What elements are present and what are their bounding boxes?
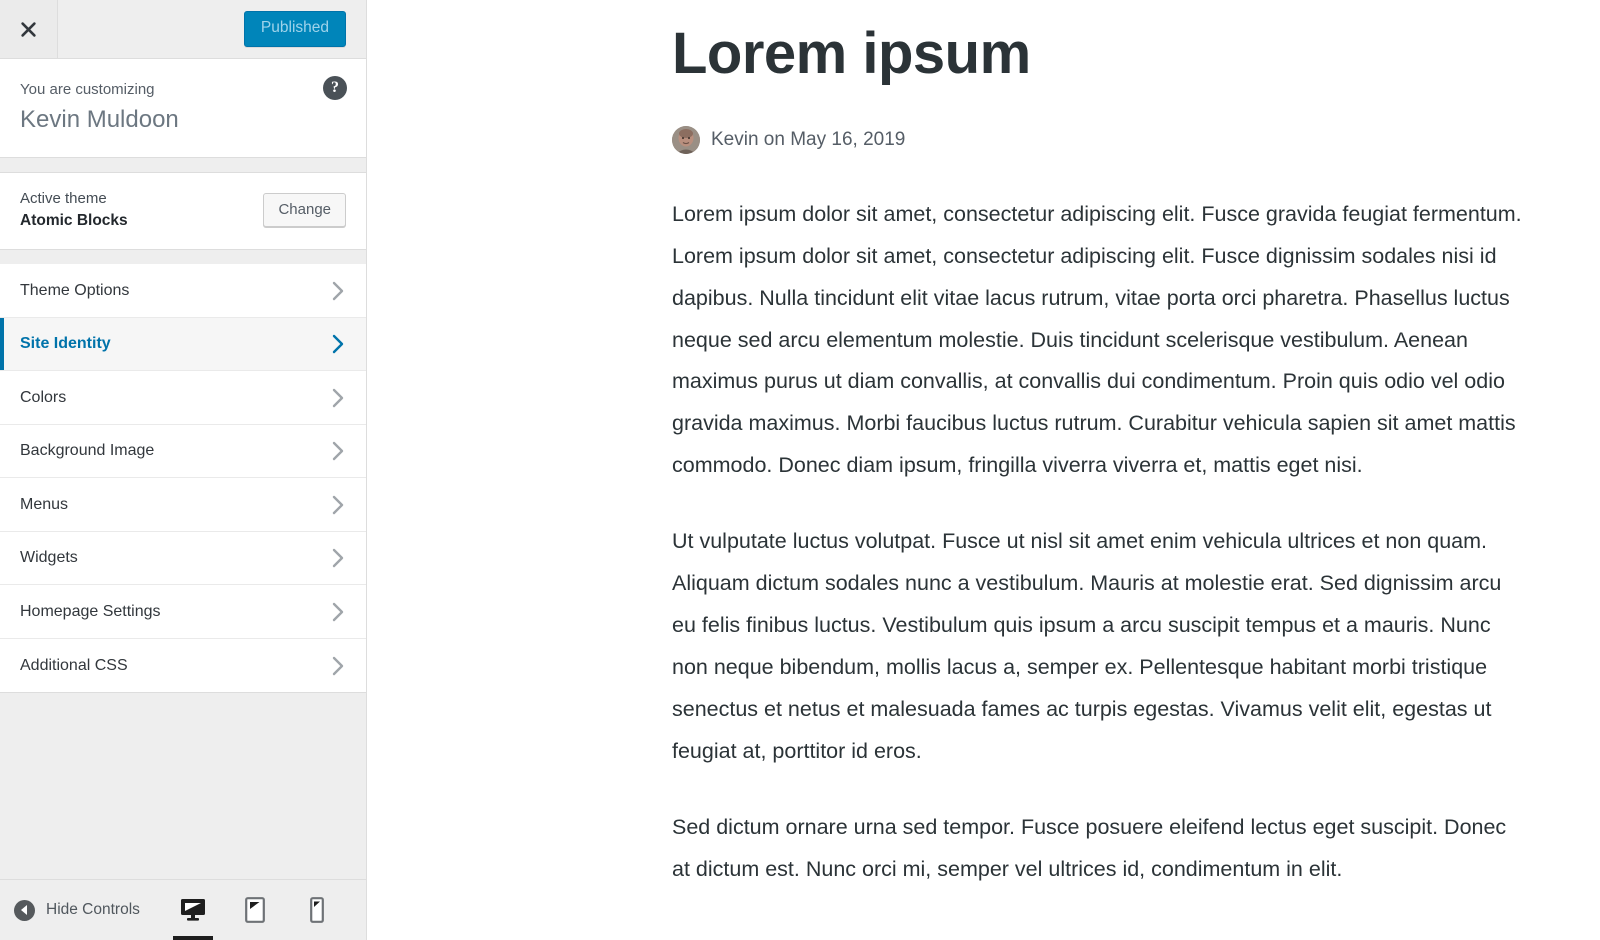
page-title: Lorem ipsum [672, 21, 1031, 86]
theme-meta: Active theme Atomic Blocks [20, 188, 128, 232]
sidebar-item-label: Additional CSS [20, 656, 128, 674]
customizing-preamble: You are customizing [20, 81, 155, 98]
sidebar-item-widgets[interactable]: Widgets [0, 531, 366, 586]
active-theme-label: Active theme [20, 190, 107, 208]
chevron-right-icon [330, 440, 346, 462]
customizing-title-block: You are customizing Kevin Muldoon ? [0, 59, 366, 159]
byline-text: Kevin on May 16, 2019 [711, 128, 906, 150]
sidebar-item-theme-options[interactable]: Theme Options [0, 264, 366, 318]
post-content: Lorem ipsum dolor sit amet, consectetur … [672, 194, 1530, 891]
chevron-right-icon [330, 280, 346, 302]
post-paragraph: Sed dictum ornare urna sed tempor. Fusce… [672, 814, 1507, 881]
mobile-icon[interactable] [300, 890, 334, 930]
active-theme-name: Atomic Blocks [20, 211, 128, 229]
device-preview-switcher [173, 890, 344, 940]
customizer-header: Published [0, 0, 366, 59]
preview-post: Lorem ipsum Kevin on May 16, 2019 Lorem [367, 0, 1600, 891]
close-icon[interactable] [0, 0, 58, 58]
sidebar-item-label: Site Identity [20, 335, 111, 353]
sidebar-item-label: Colors [20, 388, 67, 406]
help-icon[interactable]: ? [323, 76, 347, 100]
hide-controls-button[interactable]: Hide Controls [14, 899, 140, 921]
sidebar-item-label: Background Image [20, 442, 155, 460]
publish-button[interactable]: Published [243, 11, 346, 47]
avatar [672, 125, 700, 154]
header-actions: Published [58, 0, 366, 58]
active-theme-section: Active theme Atomic Blocks Change [0, 172, 366, 251]
site-preview: Lorem ipsum Kevin on May 16, 2019 Lorem [367, 0, 1600, 940]
post-paragraph: Ut vulputate luctus volutpat. Fusce ut n… [672, 529, 1502, 763]
desktop-icon[interactable] [173, 890, 213, 940]
sidebar-item-label: Homepage Settings [20, 602, 161, 620]
chevron-right-icon [330, 655, 346, 677]
sidebar-item-additional-css[interactable]: Additional CSS [0, 638, 366, 693]
customizer-footer: Hide Controls [0, 879, 366, 940]
tablet-icon[interactable] [238, 890, 272, 930]
chevron-right-icon [330, 601, 346, 623]
sidebar-item-site-identity[interactable]: Site Identity [0, 317, 366, 372]
customizer-panel: Published You are customizing Kevin Muld… [0, 0, 367, 940]
chevron-left-circle-icon [14, 899, 35, 921]
sidebar-item-homepage-settings[interactable]: Homepage Settings [0, 585, 366, 639]
sidebar-item-background-image[interactable]: Background Image [0, 424, 366, 479]
panel-empty-area [0, 693, 366, 879]
panel-spacer-2 [0, 250, 366, 265]
customizer-app: Published You are customizing Kevin Muld… [0, 0, 1600, 940]
post-paragraph: Lorem ipsum dolor sit amet, consectetur … [672, 201, 1522, 478]
sidebar-item-label: Theme Options [20, 281, 130, 299]
chevron-right-icon [330, 547, 346, 569]
hide-controls-label: Hide Controls [46, 901, 140, 918]
chevron-right-icon [330, 387, 346, 409]
change-theme-button[interactable]: Change [263, 193, 346, 228]
panel-spacer [0, 158, 366, 173]
sidebar-item-label: Widgets [20, 549, 78, 567]
sidebar-item-label: Menus [20, 495, 69, 513]
sidebar-item-menus[interactable]: Menus [0, 478, 366, 532]
chevron-right-icon [330, 494, 346, 516]
customizer-nav: Theme Options Site Identity Colors Backgrou… [0, 264, 366, 694]
site-name: Kevin Muldoon [20, 106, 179, 133]
sidebar-item-colors[interactable]: Colors [0, 371, 366, 425]
chevron-right-icon [330, 333, 346, 355]
post-byline: Kevin on May 16, 2019 [672, 125, 1530, 154]
